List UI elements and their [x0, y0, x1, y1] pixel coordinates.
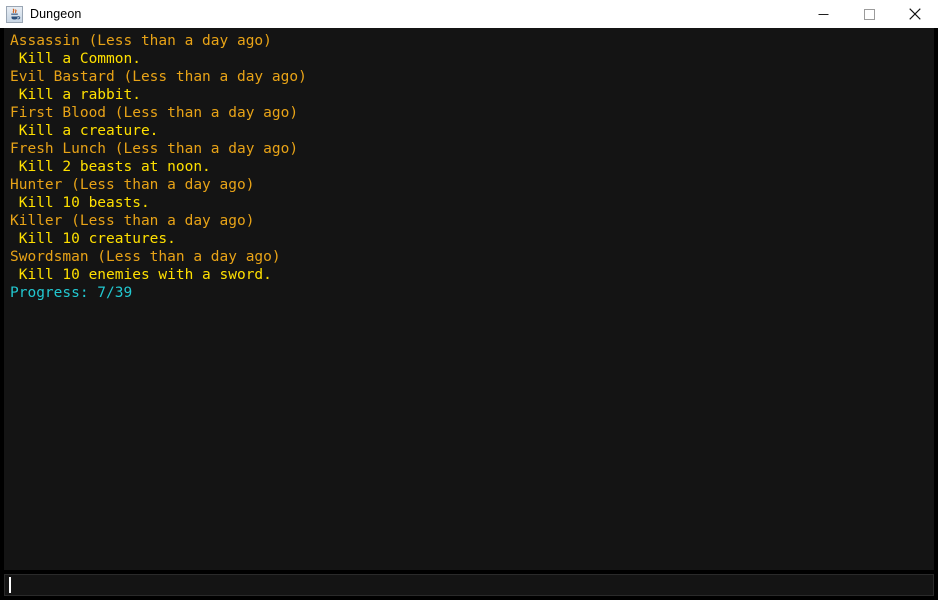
- achievement-title-line: Killer (Less than a day ago): [10, 213, 255, 229]
- achievement-description-line: Kill 10 enemies with a sword.: [10, 267, 272, 283]
- progress-line: Progress: 7/39: [10, 285, 133, 301]
- achievement-title-line: Hunter (Less than a day ago): [10, 177, 255, 193]
- window-title: Dungeon: [30, 6, 82, 21]
- window-controls: [800, 0, 938, 28]
- achievement-description-line: Kill a rabbit.: [10, 87, 141, 103]
- achievement-title-line: Assassin (Less than a day ago): [10, 33, 272, 49]
- achievement-title-line: Evil Bastard (Less than a day ago): [10, 69, 307, 85]
- achievement-title-line: First Blood (Less than a day ago): [10, 105, 299, 121]
- achievement-description-line: Kill 10 creatures.: [10, 231, 176, 247]
- title-bar-left: Dungeon: [0, 5, 82, 23]
- console-lines: Assassin (Less than a day ago) Kill a Co…: [4, 32, 934, 302]
- close-button[interactable]: [892, 0, 938, 28]
- window-body: Assassin (Less than a day ago) Kill a Co…: [0, 28, 938, 600]
- maximize-button[interactable]: [846, 0, 892, 28]
- achievement-description-line: Kill a creature.: [10, 123, 159, 139]
- achievement-title-line: Swordsman (Less than a day ago): [10, 249, 281, 265]
- achievement-description-line: Kill a Common.: [10, 51, 141, 67]
- command-input[interactable]: [4, 574, 934, 596]
- java-coffee-cup-icon: [6, 5, 23, 23]
- title-bar[interactable]: Dungeon: [0, 0, 938, 28]
- console-output[interactable]: Assassin (Less than a day ago) Kill a Co…: [4, 28, 934, 570]
- minimize-button[interactable]: [800, 0, 846, 28]
- dungeon-window: Dungeon Assassin (Less than a day ago) K…: [0, 0, 938, 600]
- achievement-description-line: Kill 2 beasts at noon.: [10, 159, 211, 175]
- achievement-description-line: Kill 10 beasts.: [10, 195, 150, 211]
- achievement-title-line: Fresh Lunch (Less than a day ago): [10, 141, 299, 157]
- text-caret: [9, 577, 11, 593]
